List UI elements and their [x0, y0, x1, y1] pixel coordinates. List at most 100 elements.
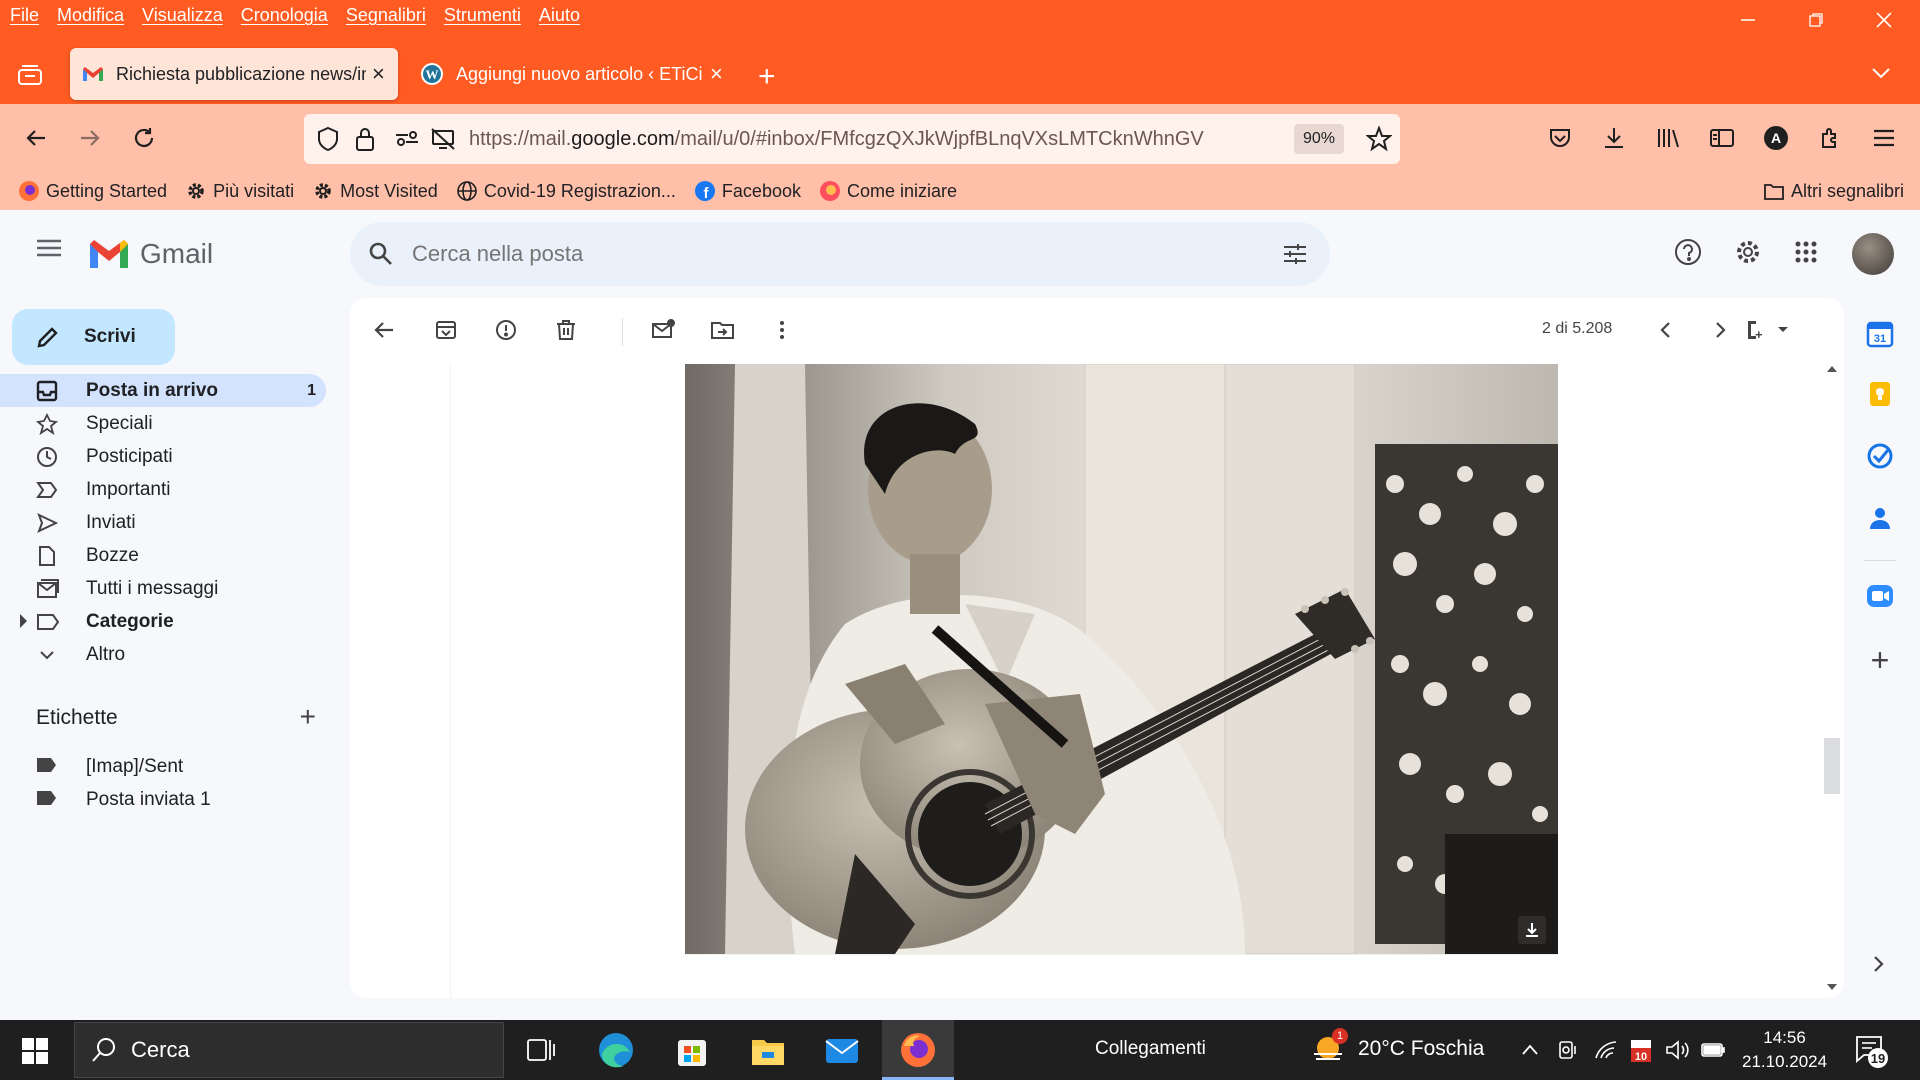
calendar-icon[interactable]: 31	[1866, 320, 1894, 348]
extensions-icon[interactable]	[1810, 118, 1850, 158]
zoom-level-badge[interactable]: 90%	[1294, 124, 1344, 154]
nav-sent[interactable]: Inviati	[0, 506, 326, 539]
menu-modifica[interactable]: Modifica	[57, 5, 124, 26]
nav-inbox[interactable]: Posta in arrivo 1	[0, 374, 326, 407]
minimize-button[interactable]	[1714, 0, 1782, 40]
permissions-icon[interactable]	[394, 127, 420, 151]
wifi-icon[interactable]	[1594, 1038, 1620, 1062]
main-menu-icon[interactable]	[36, 238, 62, 258]
download-icon[interactable]	[1594, 118, 1634, 158]
archive-icon[interactable]	[434, 318, 460, 344]
expand-panel-chevron-icon[interactable]	[1866, 952, 1894, 980]
store-icon[interactable]	[672, 1030, 712, 1070]
reload-icon[interactable]	[124, 118, 164, 158]
screen-share-blocked-icon[interactable]	[430, 127, 456, 151]
meet-now-icon[interactable]	[1556, 1038, 1580, 1062]
message-scrollbar[interactable]	[1820, 358, 1844, 998]
shield-icon[interactable]	[316, 126, 340, 152]
tab-gmail[interactable]: Richiesta pubblicazione news/in ×	[70, 48, 398, 100]
get-addons-icon[interactable]: +	[1866, 644, 1894, 676]
newer-chevron-icon[interactable]	[1654, 318, 1680, 344]
label-posta-inviata[interactable]: Posta inviata 1	[0, 783, 326, 816]
bookmark-most-visited[interactable]: Most Visited	[312, 180, 438, 202]
zoom-app-icon[interactable]	[1866, 582, 1894, 610]
report-spam-icon[interactable]	[494, 318, 520, 344]
taskbar-search[interactable]: Cerca	[74, 1022, 504, 1078]
mail-search[interactable]	[350, 222, 1330, 286]
bookmark-star-icon[interactable]	[1366, 126, 1392, 152]
restore-button[interactable]	[1782, 0, 1850, 40]
menu-file[interactable]: File	[10, 5, 39, 26]
search-options-icon[interactable]	[1282, 242, 1308, 266]
older-chevron-icon[interactable]	[1708, 318, 1734, 344]
nav-all-mail[interactable]: Tutti i messaggi	[0, 572, 326, 605]
contacts-icon[interactable]	[1866, 504, 1894, 532]
hamburger-menu-icon[interactable]	[1864, 118, 1904, 158]
tab-wordpress[interactable]: W Aggiungi nuovo articolo ‹ ETiCi ×	[410, 48, 730, 100]
label-imap-sent[interactable]: [Imap]/Sent	[0, 750, 326, 783]
close-tab-icon[interactable]: ×	[710, 61, 723, 87]
email-image-attachment[interactable]	[685, 364, 1558, 954]
mail-app-icon[interactable]	[822, 1030, 862, 1070]
url-bar[interactable]: https://mail.google.com/mail/u/0/#inbox/…	[304, 114, 1400, 164]
tab-overview-icon[interactable]	[16, 62, 44, 88]
expand-triangle-icon[interactable]	[20, 614, 28, 628]
close-tab-icon[interactable]: ×	[372, 61, 385, 87]
gmail-logo[interactable]: Gmail	[88, 238, 213, 270]
other-bookmarks[interactable]: Altri segnalibri	[1763, 181, 1904, 202]
forward-arrow-icon[interactable]	[70, 118, 110, 158]
help-icon[interactable]	[1674, 238, 1702, 266]
url-text[interactable]: https://mail.google.com/mail/u/0/#inbox/…	[469, 128, 1204, 151]
profile-avatar[interactable]	[1852, 233, 1894, 275]
bookmark-come-iniziare[interactable]: Come iniziare	[819, 180, 957, 202]
menu-visualizza[interactable]: Visualizza	[142, 5, 223, 26]
file-explorer-icon[interactable]	[748, 1030, 788, 1070]
volume-icon[interactable]	[1664, 1038, 1690, 1062]
taskbar-links[interactable]: Collegamenti	[1095, 1038, 1206, 1060]
weather-widget[interactable]: 1 20°C Foschia	[1310, 1028, 1484, 1064]
library-icon[interactable]	[1648, 118, 1688, 158]
add-label-icon[interactable]: +	[300, 703, 316, 731]
search-input[interactable]	[412, 241, 1212, 267]
chevron-up-icon[interactable]	[1520, 1040, 1540, 1060]
task-view-icon[interactable]	[520, 1030, 560, 1070]
mark-unread-icon[interactable]	[650, 318, 676, 344]
delete-icon[interactable]	[554, 318, 580, 344]
image-download-icon[interactable]	[1518, 916, 1546, 944]
tab-list-chevron-icon[interactable]	[1870, 62, 1892, 84]
nav-more[interactable]: Altro	[0, 638, 326, 671]
taskbar-clock[interactable]: 14:56 21.10.2024	[1742, 1026, 1827, 1074]
back-arrow-icon[interactable]	[16, 118, 56, 158]
tasks-icon[interactable]	[1866, 442, 1894, 470]
bookmark-covid[interactable]: Covid-19 Registrazion...	[456, 180, 676, 202]
apps-grid-icon[interactable]	[1794, 240, 1818, 264]
input-tools-icon[interactable]: +	[1746, 318, 1796, 344]
keep-icon[interactable]	[1866, 380, 1894, 408]
windows-start-icon[interactable]	[22, 1038, 48, 1064]
bookmark-getting-started[interactable]: Getting Started	[18, 180, 167, 202]
menu-cronologia[interactable]: Cronologia	[241, 5, 328, 26]
account-avatar-icon[interactable]: A	[1756, 118, 1796, 158]
settings-gear-icon[interactable]	[1734, 238, 1762, 266]
move-to-icon[interactable]	[710, 318, 736, 344]
back-to-inbox-icon[interactable]	[372, 318, 398, 344]
more-options-icon[interactable]	[770, 318, 796, 344]
close-window-button[interactable]	[1850, 0, 1918, 40]
edge-icon[interactable]	[596, 1030, 636, 1070]
nav-drafts[interactable]: Bozze	[0, 539, 326, 572]
compose-button[interactable]: Scrivi	[12, 309, 175, 365]
pocket-icon[interactable]	[1540, 118, 1580, 158]
lock-icon[interactable]	[354, 126, 376, 152]
menu-strumenti[interactable]: Strumenti	[444, 5, 521, 26]
nav-starred[interactable]: Speciali	[0, 407, 326, 440]
battery-icon[interactable]	[1700, 1040, 1726, 1060]
nav-categories[interactable]: Categorie	[0, 605, 326, 638]
search-icon[interactable]	[368, 241, 394, 267]
nav-important[interactable]: Importanti	[0, 473, 326, 506]
firefox-taskbar-button[interactable]	[882, 1020, 954, 1080]
menu-aiuto[interactable]: Aiuto	[539, 5, 580, 26]
bookmark-facebook[interactable]: f Facebook	[694, 180, 801, 202]
notification-center-icon[interactable]: 19	[1854, 1034, 1890, 1070]
bookmark-piu-visitati[interactable]: Più visitati	[185, 180, 294, 202]
sidebar-icon[interactable]	[1702, 118, 1742, 158]
